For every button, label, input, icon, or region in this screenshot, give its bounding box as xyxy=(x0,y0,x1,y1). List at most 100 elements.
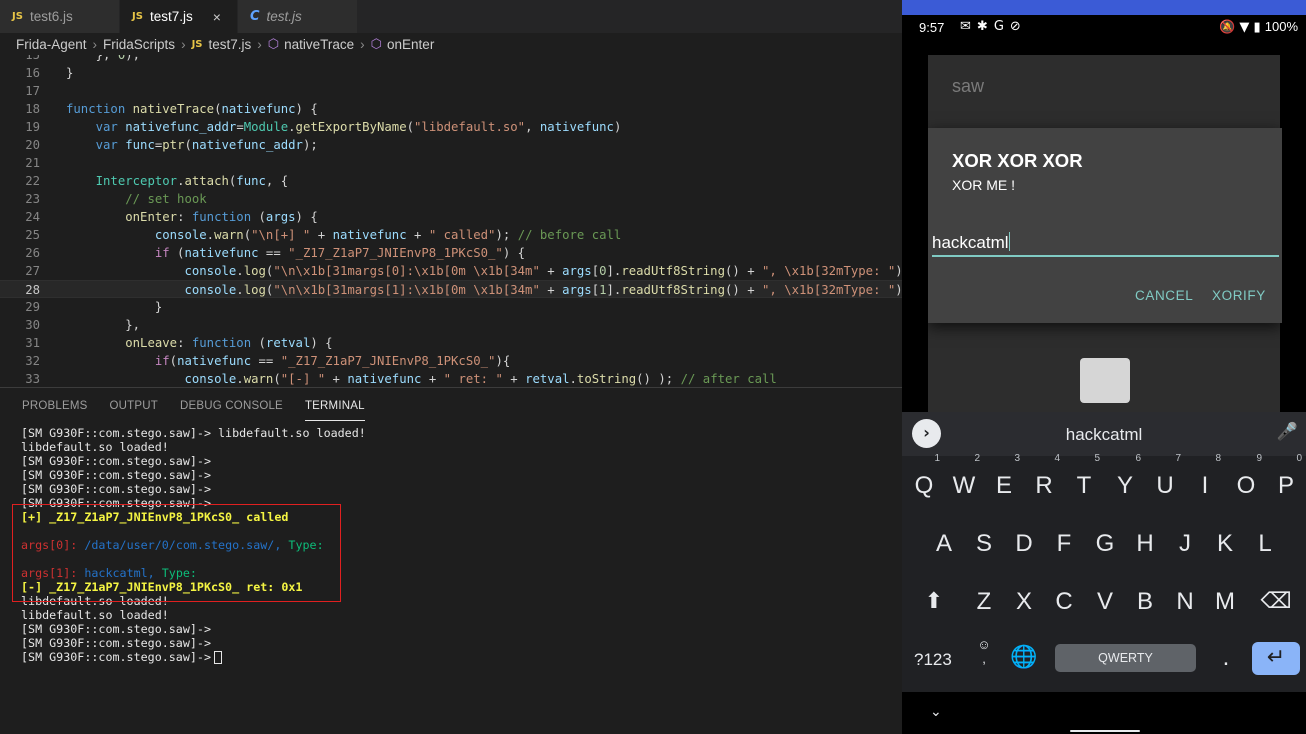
terminal-prompt[interactable]: [SM G930F::com.stego.saw]-> xyxy=(21,650,222,664)
home-handle[interactable] xyxy=(1070,730,1140,732)
tab-test7[interactable]: JS test7.js × xyxy=(120,0,238,33)
tab-output[interactable]: OUTPUT xyxy=(110,388,158,424)
key-e[interactable]: E3 xyxy=(984,454,1024,506)
line-number: 16 xyxy=(25,66,40,80)
shift-icon[interactable]: ⬆ xyxy=(914,582,954,622)
line-number: 18 xyxy=(25,102,40,116)
suggestion-word[interactable]: hackcatml xyxy=(902,425,1306,445)
sms-icon: ✉ xyxy=(960,19,977,34)
emoji-comma-key[interactable]: ☺, xyxy=(964,638,1004,678)
key-d[interactable]: D xyxy=(1004,524,1044,564)
battery-percent: 100% xyxy=(1264,19,1298,34)
js-file-icon: JS xyxy=(12,11,23,22)
code-line: 32 if(nativefunc == "_Z17_Z1aP7_JNIEnvP8… xyxy=(0,352,902,370)
line-number: 24 xyxy=(25,210,40,224)
terminal-line: [SM G930F::com.stego.saw]-> xyxy=(21,636,211,650)
key-a[interactable]: A xyxy=(924,524,964,564)
mic-icon[interactable]: 🎤 xyxy=(1277,422,1298,442)
android-screen: 9:57 ✉✱G⊘ 🔕 ▼ ▮ 100% saw XOR XOR XOR XOR… xyxy=(902,0,1306,734)
vpn-icon: ⊘ xyxy=(1009,19,1027,34)
suggestion-strip: › hackcatml 🎤 xyxy=(902,412,1306,456)
key-b[interactable]: B xyxy=(1125,582,1165,622)
code-line: 31 onLeave: function (retval) { xyxy=(0,334,902,352)
line-number: 32 xyxy=(25,354,40,368)
key-r[interactable]: R4 xyxy=(1024,454,1064,506)
tab-test[interactable]: C test.js xyxy=(238,0,358,33)
battery-icon: ▮ xyxy=(1253,20,1261,35)
line-number: 27 xyxy=(25,264,40,278)
dialog-text-input[interactable]: hackcatml xyxy=(932,231,1279,257)
code-line: 27 console.log("\n\x1b[31margs[0]:\x1b[0… xyxy=(0,262,902,280)
line-number: 21 xyxy=(25,156,40,170)
key-q[interactable]: Q1 xyxy=(904,454,944,506)
globe-icon[interactable]: 🌐 xyxy=(1004,638,1044,678)
breadcrumb: Frida-Agent › FridaScripts › JS test7.js… xyxy=(0,33,902,55)
text-caret xyxy=(1008,232,1010,251)
breadcrumb-item[interactable]: Frida-Agent xyxy=(16,37,87,52)
key-l[interactable]: L xyxy=(1245,524,1285,564)
cancel-button[interactable]: CANCEL xyxy=(1135,288,1193,303)
app-button[interactable] xyxy=(1080,358,1130,403)
tab-problems[interactable]: PROBLEMS xyxy=(22,388,88,424)
line-number: 30 xyxy=(25,318,40,332)
tab-terminal[interactable]: TERMINAL xyxy=(304,391,365,421)
xorify-button[interactable]: XORIFY xyxy=(1212,288,1266,303)
line-number: 26 xyxy=(25,246,40,260)
key-g[interactable]: G xyxy=(1085,524,1125,564)
app-title: saw xyxy=(952,76,985,96)
key-i[interactable]: I8 xyxy=(1185,454,1225,506)
code-line: 26 if (nativefunc == "_Z17_Z1aP7_JNIEnvP… xyxy=(0,244,902,262)
line-number: 22 xyxy=(25,174,40,188)
code-line-current: 28 console.log("\n\x1b[31margs[1]:\x1b[0… xyxy=(0,280,902,298)
chevron-right-icon: › xyxy=(92,36,98,52)
close-icon[interactable]: × xyxy=(213,9,221,25)
key-o[interactable]: O9 xyxy=(1226,454,1266,506)
dialog-message: XOR ME ! xyxy=(952,177,1016,193)
key-p[interactable]: P0 xyxy=(1266,454,1306,506)
code-line: 19 var nativefunc_addr=Module.getExportB… xyxy=(0,118,902,136)
chevron-down-icon[interactable]: ⌄ xyxy=(930,704,942,720)
terminal-line: libdefault.so loaded! xyxy=(21,440,169,454)
key-u[interactable]: U7 xyxy=(1145,454,1185,506)
key-z[interactable]: Z xyxy=(964,582,1004,622)
code-line: 21 xyxy=(0,154,902,172)
status-bar: 9:57 ✉✱G⊘ 🔕 ▼ ▮ 100% xyxy=(902,15,1306,41)
key-j[interactable]: J xyxy=(1165,524,1205,564)
key-t[interactable]: T5 xyxy=(1064,454,1104,506)
key-n[interactable]: N xyxy=(1165,582,1205,622)
soft-keyboard: › hackcatml 🎤 Q1 W2 E3 R4 T5 Y6 U7 I8 O9… xyxy=(902,412,1306,692)
line-number: 20 xyxy=(25,138,40,152)
breadcrumb-item[interactable]: FridaScripts xyxy=(103,37,175,52)
space-bar[interactable]: QWERTY xyxy=(1055,644,1196,672)
key-s[interactable]: S xyxy=(964,524,1004,564)
tab-test6[interactable]: JS test6.js xyxy=(0,0,120,33)
tab-debug-console[interactable]: DEBUG CONSOLE xyxy=(180,388,283,424)
period-key[interactable]: . xyxy=(1206,638,1246,678)
terminal-line: [SM G930F::com.stego.saw]-> xyxy=(21,482,211,496)
method-icon: ⬡ xyxy=(267,36,280,51)
c-file-icon: C xyxy=(250,9,260,24)
google-icon: G xyxy=(993,19,1010,34)
key-c[interactable]: C xyxy=(1044,582,1084,622)
key-x[interactable]: X xyxy=(1004,582,1044,622)
code-editor[interactable]: 15 }, 0); 16} 17 18 function nativeTrace(… xyxy=(0,55,902,388)
breadcrumb-item[interactable]: onEnter xyxy=(387,37,434,52)
key-y[interactable]: Y6 xyxy=(1105,454,1145,506)
enter-icon[interactable]: ↵ xyxy=(1252,642,1300,675)
mute-icon: 🔕 xyxy=(1218,20,1236,35)
breadcrumb-item[interactable]: nativeTrace xyxy=(284,37,354,52)
backspace-icon[interactable]: ⌫ xyxy=(1256,582,1296,622)
symbols-key[interactable]: ?123 xyxy=(914,650,952,670)
key-f[interactable]: F xyxy=(1044,524,1084,564)
line-number: 33 xyxy=(25,372,40,386)
line-number: 31 xyxy=(25,336,40,350)
key-h[interactable]: H xyxy=(1125,524,1165,564)
key-w[interactable]: W2 xyxy=(944,454,984,506)
key-k[interactable]: K xyxy=(1205,524,1245,564)
terminal-line: libdefault.so loaded! xyxy=(21,608,169,622)
key-v[interactable]: V xyxy=(1085,582,1125,622)
breadcrumb-item[interactable]: test7.js xyxy=(209,37,252,52)
key-m[interactable]: M xyxy=(1205,582,1245,622)
notification-icons: ✉✱G⊘ xyxy=(960,19,1027,34)
line-number: 15 xyxy=(25,55,40,62)
